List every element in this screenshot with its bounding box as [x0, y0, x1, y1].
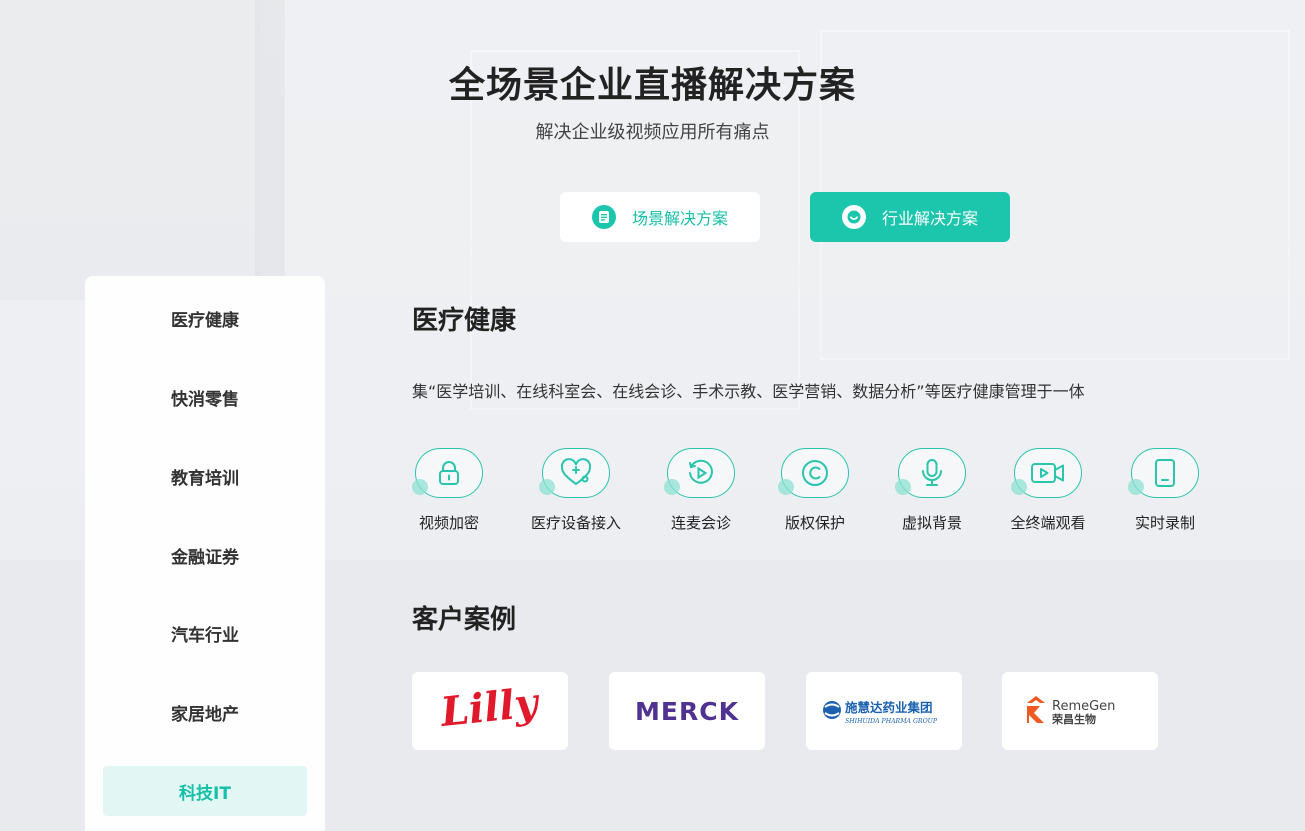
copyright-icon: [802, 460, 828, 486]
feature-label: 实时录制: [1134, 514, 1195, 532]
svg-text:Lilly: Lilly: [438, 681, 543, 736]
tab-label: 场景解决方案: [631, 209, 728, 228]
feature-virtual-background: 虚拟背景: [877, 448, 987, 533]
sidebar-item-retail[interactable]: 快消零售: [103, 372, 307, 422]
microphone-icon: [922, 459, 942, 486]
sidebar-item-healthcare[interactable]: 医疗健康: [103, 293, 307, 343]
feature-label: 视频加密: [418, 514, 479, 532]
remegen-logo: RemeGen 荣昌生物: [1027, 696, 1115, 726]
merck-logo: MERCK: [635, 697, 740, 726]
sidebar-item-real-estate[interactable]: 家居地产: [103, 687, 307, 737]
smile-icon: [841, 205, 866, 229]
feature-label: 全终端观看: [1010, 514, 1086, 532]
tab-industry-solutions[interactable]: 行业解决方案: [810, 192, 1010, 242]
sidebar-item-education[interactable]: 教育培训: [103, 451, 307, 501]
client-logo-remegen[interactable]: RemeGen 荣昌生物: [1002, 672, 1158, 750]
feature-label: 连麦会诊: [670, 514, 731, 532]
tablet-icon: [1155, 459, 1175, 487]
tab-scene-solutions[interactable]: 场景解决方案: [560, 192, 760, 242]
page-title: 全场景企业直播解决方案: [448, 65, 856, 106]
cases-title: 客户案例: [412, 605, 517, 635]
industry-sidebar: 医疗健康 快消零售 教育培训 金融证券 汽车行业 家居地产 科技IT: [85, 276, 325, 831]
feature-realtime-recording: 实时录制: [1110, 448, 1220, 533]
svg-text:荣昌生物: 荣昌生物: [1051, 712, 1096, 726]
feature-label: 医疗设备接入: [530, 514, 621, 532]
client-logo-merck[interactable]: MERCK: [609, 672, 765, 750]
svg-text:RemeGen: RemeGen: [1052, 699, 1115, 714]
svg-text:SHIHUIDA PHARMA GROUP: SHIHUIDA PHARMA GROUP: [845, 718, 938, 725]
sidebar-item-finance[interactable]: 金融证券: [103, 530, 307, 580]
feature-copyright-protection: 版权保护: [760, 448, 870, 533]
client-logo-shihuida[interactable]: 施慧达药业集团 SHIHUIDA PHARMA GROUP: [806, 672, 962, 750]
lock-icon: [439, 461, 459, 485]
svg-text:MERCK: MERCK: [635, 697, 740, 726]
feature-co-consultation: 连麦会诊: [646, 448, 756, 533]
sidebar-item-automotive[interactable]: 汽车行业: [103, 608, 307, 658]
feature-label: 版权保护: [784, 514, 845, 532]
replay-icon: [689, 459, 713, 484]
page-subtitle: 解决企业级视频应用所有痛点: [535, 122, 770, 143]
section-description: 集“医学培训、在线科室会、在线会诊、手术示教、医学营销、数据分析”等医疗健康管理…: [412, 382, 1085, 401]
sidebar-item-tech-it[interactable]: 科技IT: [103, 766, 307, 816]
feature-medical-device: 医疗设备接入: [521, 448, 631, 533]
document-icon: [591, 205, 616, 229]
video-camera-icon: [1031, 463, 1064, 483]
shihuida-logo: 施慧达药业集团 SHIHUIDA PHARMA GROUP: [823, 700, 938, 725]
client-logo-lilly[interactable]: Lilly: [412, 672, 568, 750]
lilly-logo: Lilly: [438, 681, 543, 736]
heart-stethoscope-icon: [560, 458, 592, 486]
feature-video-encryption: 视频加密: [394, 448, 504, 533]
svg-text:施慧达药业集团: 施慧达药业集团: [845, 700, 933, 715]
feature-all-terminal-viewing: 全终端观看: [993, 448, 1103, 533]
tab-label: 行业解决方案: [881, 209, 978, 228]
section-title: 医疗健康: [412, 306, 517, 336]
feature-label: 虚拟背景: [901, 514, 962, 532]
